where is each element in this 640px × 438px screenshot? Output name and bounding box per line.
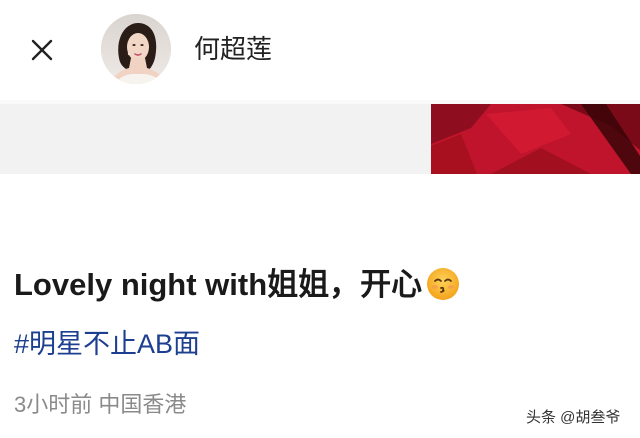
media-strip[interactable] bbox=[0, 104, 640, 174]
close-button[interactable] bbox=[22, 30, 62, 70]
avatar[interactable] bbox=[101, 14, 171, 84]
username[interactable]: 何超莲 bbox=[194, 30, 272, 68]
post-text-content: Lovely night with姐姐，开心 bbox=[14, 267, 423, 302]
post-meta: 3小时前 中国香港 bbox=[14, 392, 187, 417]
watermark: 头条 @胡叁爷 bbox=[526, 409, 621, 426]
hashtag-link[interactable]: #明星不止AB面 bbox=[14, 324, 200, 364]
post-text: Lovely night with姐姐，开心 bbox=[14, 262, 460, 308]
close-icon[interactable] bbox=[22, 30, 62, 70]
post-header: 何超莲 bbox=[0, 0, 640, 100]
kissing-face-emoji-icon bbox=[426, 267, 460, 301]
post-photo-thumbnail[interactable] bbox=[431, 104, 640, 174]
